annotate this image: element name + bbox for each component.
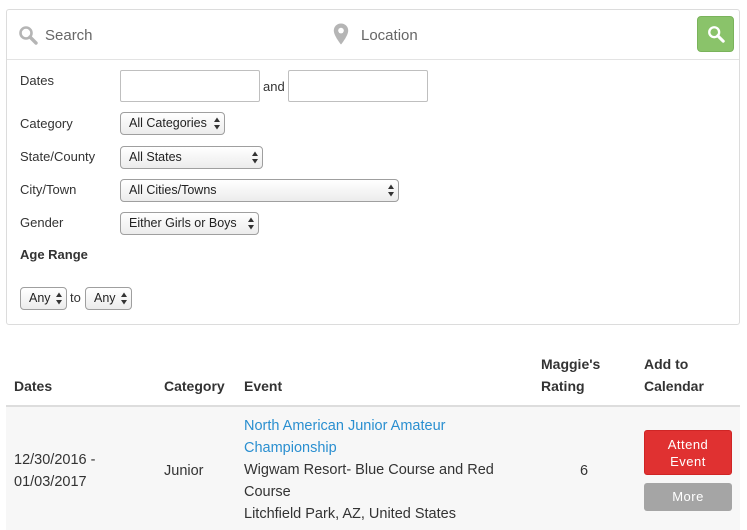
gender-select-value: Either Girls or Boys bbox=[129, 216, 237, 230]
gender-select[interactable]: Either Girls or Boys bbox=[120, 212, 259, 235]
attend-button-line2: Event bbox=[670, 454, 706, 469]
event-title-line2: Championship bbox=[244, 440, 337, 456]
age-min-select[interactable]: Any bbox=[20, 287, 67, 310]
city-select[interactable]: All Cities/Towns bbox=[120, 179, 399, 202]
updown-arrows-icon bbox=[214, 117, 220, 130]
column-header-rating-line1: Maggie's bbox=[541, 356, 601, 372]
city-select-value: All Cities/Towns bbox=[129, 183, 217, 197]
event-venue-line2: Course bbox=[244, 484, 291, 500]
search-input[interactable] bbox=[45, 22, 325, 48]
city-label: City/Town bbox=[20, 182, 77, 197]
more-button[interactable]: More bbox=[644, 483, 732, 511]
state-select[interactable]: All States bbox=[120, 146, 263, 169]
updown-arrows-icon bbox=[252, 151, 258, 164]
row-dates: 12/30/2016 - 01/03/2017 bbox=[14, 449, 95, 493]
search-icon bbox=[19, 26, 38, 45]
column-header-calendar-line2: Calendar bbox=[644, 378, 704, 394]
event-venue-line1: Wigwam Resort- Blue Course and Red bbox=[244, 462, 494, 478]
event-title-line1: North American Junior Amateur bbox=[244, 418, 446, 434]
location-input[interactable] bbox=[361, 22, 681, 48]
search-icon bbox=[707, 26, 725, 43]
date-to-input[interactable] bbox=[288, 70, 428, 102]
updown-arrows-icon bbox=[248, 217, 254, 230]
category-select-value: All Categories bbox=[129, 116, 207, 130]
column-header-rating: Maggie's Rating bbox=[541, 353, 600, 397]
attend-event-button[interactable]: Attend Event bbox=[644, 430, 732, 475]
state-select-value: All States bbox=[129, 150, 182, 164]
column-header-rating-line2: Rating bbox=[541, 378, 585, 394]
updown-arrows-icon bbox=[388, 184, 394, 197]
to-label: to bbox=[70, 290, 81, 305]
column-header-calendar: Add to Calendar bbox=[644, 353, 704, 397]
column-header-calendar-line1: Add to bbox=[644, 356, 689, 372]
date-from-input[interactable] bbox=[120, 70, 260, 102]
column-header-event: Event bbox=[244, 378, 283, 394]
attend-button-line1: Attend bbox=[667, 437, 709, 452]
and-label: and bbox=[263, 79, 285, 94]
event-title-link[interactable]: North American Junior Amateur Championsh… bbox=[244, 418, 445, 456]
row-rating: 6 bbox=[580, 463, 589, 479]
row-date-start: 12/30/2016 - bbox=[14, 452, 96, 468]
search-bar bbox=[7, 10, 739, 60]
search-filter-panel: Dates and Category All Categories State/… bbox=[6, 9, 740, 325]
age-range-heading: Age Range bbox=[20, 247, 88, 262]
updown-arrows-icon bbox=[121, 292, 127, 305]
dates-label: Dates bbox=[20, 73, 54, 88]
row-category: Junior bbox=[164, 463, 204, 479]
event-location: Litchfield Park, AZ, United States bbox=[244, 506, 456, 522]
category-label: Category bbox=[20, 116, 73, 131]
category-select[interactable]: All Categories bbox=[120, 112, 225, 135]
map-pin-icon bbox=[333, 23, 349, 45]
row-event: North American Junior Amateur Championsh… bbox=[244, 415, 534, 525]
state-label: State/County bbox=[20, 149, 96, 164]
column-header-category: Category bbox=[164, 378, 225, 394]
gender-label: Gender bbox=[20, 215, 64, 230]
column-header-dates: Dates bbox=[14, 378, 53, 394]
search-button[interactable] bbox=[697, 16, 734, 52]
row-date-end: 01/03/2017 bbox=[14, 474, 87, 490]
age-max-select[interactable]: Any bbox=[85, 287, 132, 310]
age-min-select-value: Any bbox=[29, 291, 51, 305]
updown-arrows-icon bbox=[56, 292, 62, 305]
age-max-select-value: Any bbox=[94, 291, 116, 305]
